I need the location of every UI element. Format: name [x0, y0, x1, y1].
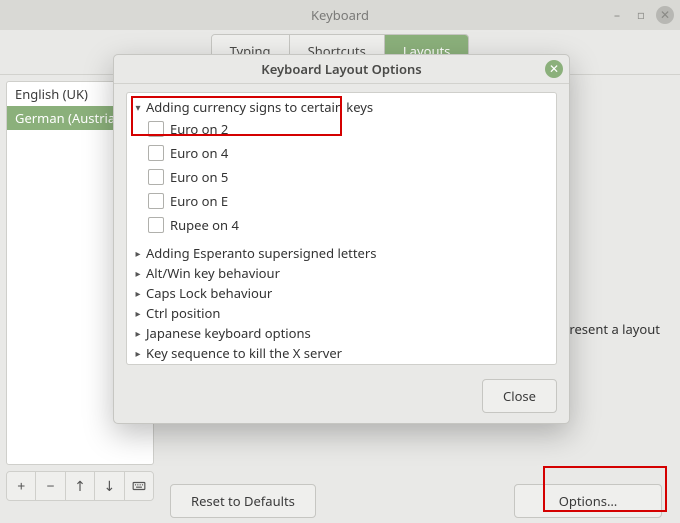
checkbox[interactable]: [148, 145, 164, 161]
tree-group-label: Japanese keyboard options: [146, 324, 311, 342]
expand-icon: ▸: [134, 266, 142, 280]
layout-toolbar: + − ↑ ↓: [6, 471, 154, 501]
tree-option-euro-5[interactable]: Euro on 5: [128, 165, 555, 189]
tree-group-label: Caps Lock behaviour: [146, 284, 272, 302]
tree-option-euro-4[interactable]: Euro on 4: [128, 141, 555, 165]
tree-group-label: Adding Esperanto supersigned letters: [146, 244, 377, 262]
annotation-currency-group: [131, 96, 342, 136]
tree-option-label: Euro on 4: [170, 144, 228, 162]
titlebar: Keyboard – ▫ ✕: [0, 0, 680, 30]
tree-group-esperanto[interactable]: ▸ Adding Esperanto supersigned letters: [128, 243, 555, 263]
tree-option-rupee-4[interactable]: Rupee on 4: [128, 213, 555, 237]
reset-defaults-button[interactable]: Reset to Defaults: [170, 484, 316, 518]
tree-group-label: Key sequence to kill the X server: [146, 344, 342, 362]
tree-group-ctrl[interactable]: ▸ Ctrl position: [128, 303, 555, 323]
expand-icon: ▸: [134, 246, 142, 260]
tree-group-killx[interactable]: ▸ Key sequence to kill the X server: [128, 343, 555, 363]
tree-option-label: Rupee on 4: [170, 216, 239, 234]
tree-group-japanese[interactable]: ▸ Japanese keyboard options: [128, 323, 555, 343]
tree-group-altwin[interactable]: ▸ Alt/Win key behaviour: [128, 263, 555, 283]
expand-icon: ▸: [134, 286, 142, 300]
expand-icon: ▸: [134, 326, 142, 340]
checkbox[interactable]: [148, 217, 164, 233]
window-title: Keyboard: [311, 6, 369, 24]
tree-group-label: Key to choose 5th level: [146, 364, 285, 365]
tree-option-label: Euro on 5: [170, 168, 228, 186]
tree-group-5thlevel[interactable]: ▸Key to choose 5th level: [128, 363, 555, 365]
move-down-button[interactable]: ↓: [95, 472, 124, 500]
remove-layout-button[interactable]: −: [36, 472, 65, 500]
add-layout-button[interactable]: +: [7, 472, 36, 500]
move-up-button[interactable]: ↑: [66, 472, 95, 500]
keyboard-layout-options-dialog: Keyboard Layout Options ✕ ▾ Adding curre…: [113, 54, 570, 424]
tree-group-label: Alt/Win key behaviour: [146, 264, 280, 282]
window-minimize-button[interactable]: –: [608, 6, 626, 24]
tree-option-label: Euro on E: [170, 192, 228, 210]
expand-icon: ▸: [134, 346, 142, 360]
tree-group-capslock[interactable]: ▸ Caps Lock behaviour: [128, 283, 555, 303]
window-maximize-button[interactable]: ▫: [632, 6, 650, 24]
options-tree[interactable]: ▾ Adding currency signs to certain keys …: [126, 92, 557, 365]
window-close-button[interactable]: ✕: [656, 6, 674, 24]
checkbox[interactable]: [148, 193, 164, 209]
expand-icon: ▸: [134, 306, 142, 320]
dialog-title: Keyboard Layout Options: [261, 60, 421, 78]
checkbox[interactable]: [148, 169, 164, 185]
show-keyboard-button[interactable]: [125, 472, 153, 500]
tree-group-label: Ctrl position: [146, 304, 220, 322]
tree-option-euro-e[interactable]: Euro on E: [128, 189, 555, 213]
dialog-close-button[interactable]: Close: [482, 379, 557, 413]
dialog-titlebar: Keyboard Layout Options ✕: [114, 55, 569, 84]
options-button[interactable]: Options…: [514, 484, 662, 518]
keyboard-icon: [132, 479, 146, 493]
dialog-close-x-button[interactable]: ✕: [545, 60, 563, 78]
